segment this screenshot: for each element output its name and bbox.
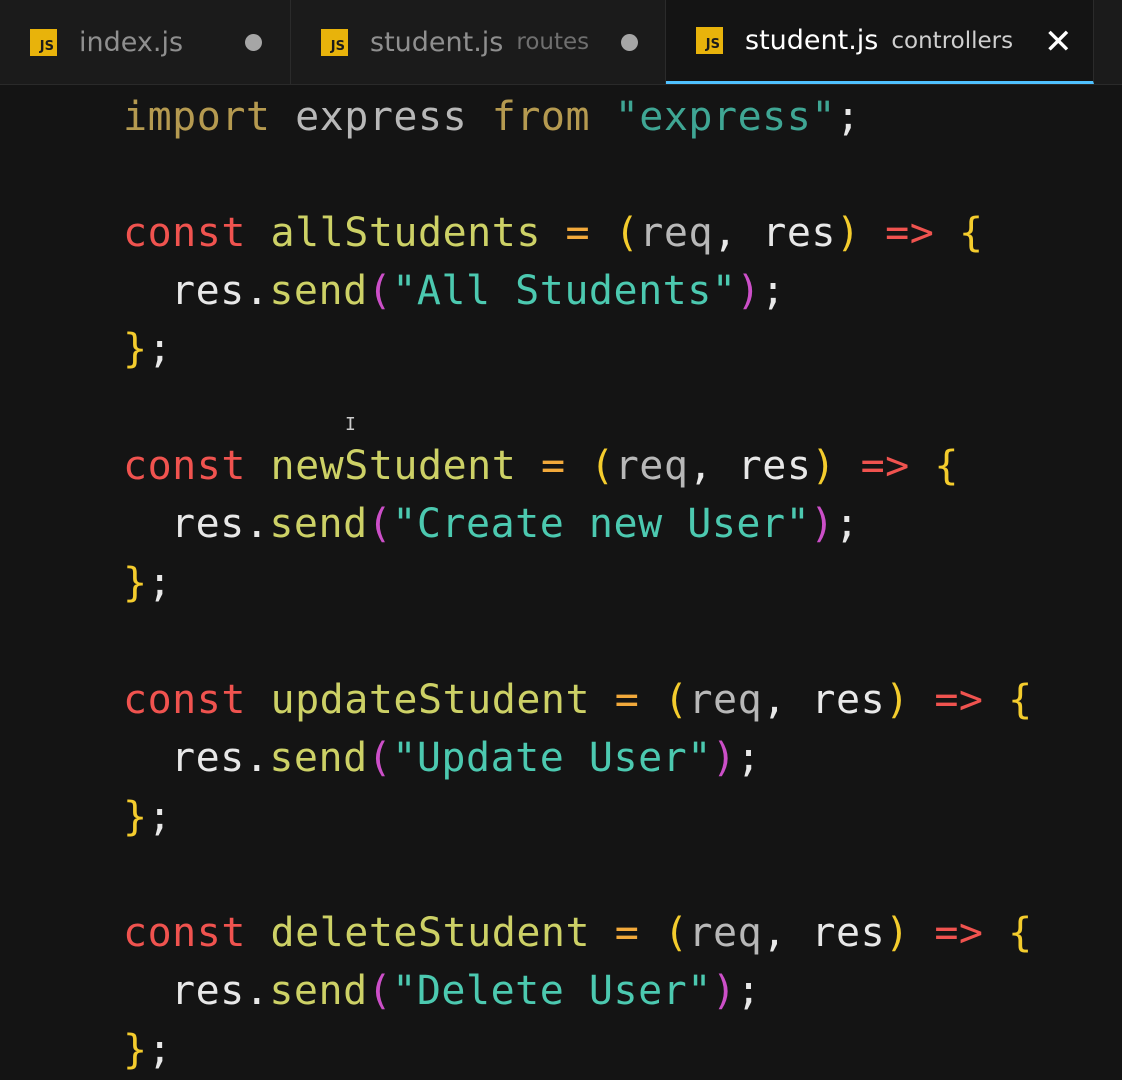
code-line-send-call: res.send("Update User"); — [171, 735, 762, 781]
code-line-close: }; — [123, 1027, 173, 1073]
javascript-file-icon: JS — [321, 28, 348, 56]
code-line-close: }; — [123, 794, 173, 840]
res-object: res — [171, 968, 245, 1014]
arrow-operator: => — [934, 677, 984, 723]
keyword-from: from — [491, 94, 591, 140]
arrow-operator: => — [934, 910, 984, 956]
arrow-operator: => — [860, 443, 910, 489]
code-line-function-declaration: const deleteStudent = (req, res) => { — [123, 910, 1033, 956]
tab-label: student.js — [370, 26, 504, 58]
tab-index-js[interactable]: JS index.js — [0, 0, 291, 84]
keyword-const: const — [123, 910, 246, 956]
function-name: deleteStudent — [270, 910, 591, 956]
tab-student-js-routes[interactable]: JS student.js routes — [291, 0, 666, 84]
param-req: req — [688, 677, 763, 723]
param-res: res — [811, 910, 886, 956]
import-source-string: "express" — [614, 94, 836, 140]
res-object: res — [171, 735, 245, 781]
close-brace: } — [123, 1027, 148, 1073]
function-name: updateStudent — [270, 677, 591, 723]
arrow-operator: => — [885, 210, 935, 256]
send-method: send — [269, 501, 368, 547]
open-brace: { — [934, 443, 959, 489]
editor-tab-bar: JS index.js JS student.js routes JS stud… — [0, 0, 1122, 85]
open-brace: { — [1008, 910, 1033, 956]
code-line-send-call: res.send("Delete User"); — [171, 968, 762, 1014]
open-brace: { — [1008, 677, 1033, 723]
javascript-file-icon: JS — [696, 27, 723, 54]
res-object: res — [171, 268, 245, 314]
function-name: allStudents — [270, 210, 541, 256]
tab-label: student.js — [745, 25, 879, 56]
code-line-close: }; — [123, 560, 173, 606]
tab-label: index.js — [79, 26, 184, 58]
send-method: send — [269, 268, 368, 314]
response-message-string: "Update User" — [392, 735, 712, 781]
function-name: newStudent — [270, 443, 517, 489]
keyword-import: import — [123, 94, 271, 140]
keyword-const: const — [123, 677, 246, 723]
response-message-string: "Create new User" — [392, 501, 811, 547]
param-res: res — [762, 210, 836, 256]
code-line-send-call: res.send("Create new User"); — [171, 501, 860, 547]
response-message-string: "All Students" — [392, 268, 737, 314]
unsaved-changes-dot-icon[interactable] — [621, 34, 638, 51]
semicolon: ; — [835, 94, 861, 140]
text-cursor-icon: I — [345, 414, 356, 435]
close-tab-icon[interactable]: ✕ — [1044, 22, 1073, 62]
javascript-file-icon: JS — [30, 28, 57, 56]
code-line-close: }; — [123, 326, 173, 372]
param-req: req — [688, 910, 763, 956]
open-brace: { — [958, 210, 984, 256]
keyword-const: const — [123, 210, 246, 256]
close-brace: } — [123, 326, 148, 372]
code-line-function-declaration: const updateStudent = (req, res) => { — [123, 677, 1033, 723]
code-editor[interactable]: import express from "express"; const all… — [0, 85, 1122, 1080]
keyword-const: const — [123, 443, 246, 489]
res-object: res — [171, 501, 245, 547]
param-req: req — [639, 210, 714, 256]
code-line-send-call: res.send("All Students"); — [171, 268, 786, 314]
close-brace: } — [123, 794, 148, 840]
import-identifier: express — [295, 94, 468, 140]
response-message-string: "Delete User" — [392, 968, 712, 1014]
tab-folder-label: controllers — [891, 27, 1014, 54]
close-brace: } — [123, 560, 148, 606]
tab-student-js-controllers[interactable]: JS student.js controllers ✕ — [666, 0, 1094, 84]
tab-folder-label: routes — [516, 29, 590, 55]
code-line-function-declaration: const newStudent = (req, res) => { — [123, 443, 959, 489]
send-method: send — [269, 968, 368, 1014]
param-req: req — [614, 443, 689, 489]
code-line-function-declaration: const allStudents = (req, res) => { — [123, 210, 984, 256]
unsaved-changes-dot-icon[interactable] — [245, 34, 262, 51]
param-res: res — [737, 443, 812, 489]
code-line-import: import express from "express"; — [123, 88, 861, 146]
send-method: send — [269, 735, 368, 781]
param-res: res — [811, 677, 886, 723]
